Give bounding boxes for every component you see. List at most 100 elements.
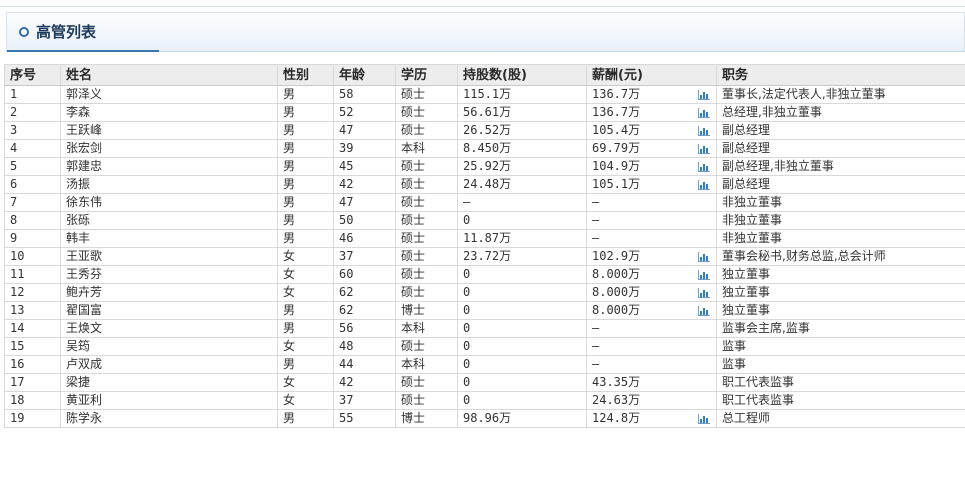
cell-position: 副总经理	[716, 121, 965, 140]
cell-no-text: 4	[10, 141, 18, 155]
cell-shares-text: 0	[463, 357, 471, 371]
cell-salary: 136.7万	[586, 85, 717, 104]
cell-age-text: 47	[339, 195, 354, 209]
cell-name: 鲍卉芳	[60, 283, 278, 302]
panel-tab[interactable]: 高管列表	[7, 13, 159, 52]
table-row: 12 鲍卉芳 女 62 硕士 0 8.000万 独立董事	[4, 283, 965, 302]
cell-no: 3	[4, 121, 61, 140]
cell-position-text: 总经理,非独立董事	[722, 105, 822, 119]
cell-name: 王焕文	[60, 319, 278, 338]
cell-position-text: 副总经理,非独立董事	[722, 159, 834, 173]
table-row: 8 张砾 男 50 硕士 0 — 非独立董事	[4, 211, 965, 230]
bar-chart-icon[interactable]	[698, 414, 710, 424]
cell-age: 42	[333, 373, 396, 392]
cell-position-text: 独立董事	[722, 267, 771, 281]
cell-no-text: 15	[10, 339, 25, 353]
cell-age-text: 48	[339, 339, 354, 353]
cell-age: 52	[333, 103, 396, 122]
table-row: 17 梁捷 女 42 硕士 0 43.35万 职工代表监事	[4, 373, 965, 392]
cell-gender: 男	[277, 175, 334, 194]
cell-no-text: 5	[10, 159, 18, 173]
cell-shares: 8.450万	[457, 139, 587, 158]
table-row: 19 陈学永 男 55 博士 98.96万 124.8万 总工程师	[4, 409, 965, 428]
bar-chart-icon[interactable]	[698, 306, 710, 316]
cell-age: 62	[333, 301, 396, 320]
cell-shares: 0	[457, 355, 587, 374]
cell-position: 非独立董事	[716, 193, 965, 212]
cell-name-text: 韩丰	[66, 231, 91, 245]
bar-chart-icon[interactable]	[698, 126, 710, 136]
cell-education: 博士	[395, 301, 458, 320]
cell-shares-text: 0	[463, 393, 471, 407]
cell-name: 梁捷	[60, 373, 278, 392]
cell-name-text: 梁捷	[66, 375, 91, 389]
cell-shares-text: 8.450万	[463, 141, 512, 155]
header-gender: 性别	[277, 64, 334, 86]
bar-chart-icon[interactable]	[698, 252, 710, 262]
cell-salary-text: —	[592, 231, 600, 245]
cell-position-text: 副总经理	[722, 141, 771, 155]
table-row: 15 吴筠 女 48 硕士 0 — 监事	[4, 337, 965, 356]
bar-chart-icon[interactable]	[698, 162, 710, 172]
cell-gender: 男	[277, 85, 334, 104]
cell-shares: 0	[457, 283, 587, 302]
bar-chart-icon[interactable]	[698, 90, 710, 100]
cell-name: 翟国富	[60, 301, 278, 320]
bar-chart-icon[interactable]	[698, 144, 710, 154]
cell-salary: 8.000万	[586, 283, 717, 302]
bar-chart-icon[interactable]	[698, 270, 710, 280]
cell-position-text: 职工代表监事	[722, 393, 795, 407]
cell-position: 独立董事	[716, 283, 965, 302]
cell-no: 18	[4, 391, 61, 410]
cell-gender-text: 女	[283, 375, 296, 389]
cell-no-text: 1	[10, 87, 18, 101]
cell-position: 副总经理	[716, 139, 965, 158]
cell-salary-text: 43.35万	[592, 375, 641, 389]
cell-gender-text: 女	[283, 285, 296, 299]
cell-salary: 8.000万	[586, 301, 717, 320]
cell-gender: 男	[277, 319, 334, 338]
cell-name-text: 王跃峰	[66, 123, 103, 137]
cell-shares: 56.61万	[457, 103, 587, 122]
cell-education: 硕士	[395, 265, 458, 284]
cell-name-text: 李森	[66, 105, 91, 119]
cell-name-text: 王秀芬	[66, 267, 103, 281]
table-row: 4 张宏剑 男 39 本科 8.450万 69.79万 副总经理	[4, 139, 965, 158]
cell-education-text: 硕士	[401, 231, 426, 245]
cell-education: 硕士	[395, 391, 458, 410]
bar-chart-icon[interactable]	[698, 180, 710, 190]
cell-education-text: 硕士	[401, 195, 426, 209]
cell-position: 独立董事	[716, 301, 965, 320]
header-education: 学历	[395, 64, 458, 86]
cell-age: 42	[333, 175, 396, 194]
table-row: 18 黄亚利 女 37 硕士 0 24.63万 职工代表监事	[4, 391, 965, 410]
cell-age: 37	[333, 391, 396, 410]
cell-salary-text: 136.7万	[592, 105, 641, 119]
cell-gender: 男	[277, 301, 334, 320]
cell-no-text: 16	[10, 357, 25, 371]
table-row: 11 王秀芬 女 60 硕士 0 8.000万 独立董事	[4, 265, 965, 284]
bar-chart-icon[interactable]	[698, 288, 710, 298]
cell-salary: 105.1万	[586, 175, 717, 194]
cell-education-text: 硕士	[401, 249, 426, 263]
cell-no: 15	[4, 337, 61, 356]
cell-salary: 43.35万	[586, 373, 717, 392]
cell-shares-text: 11.87万	[463, 231, 512, 245]
cell-salary-text: 124.8万	[592, 411, 641, 425]
cell-gender: 男	[277, 211, 334, 230]
cell-shares: 11.87万	[457, 229, 587, 248]
top-divider	[0, 6, 965, 7]
cell-name: 郭建忠	[60, 157, 278, 176]
cell-no-text: 11	[10, 267, 25, 281]
cell-education-text: 硕士	[401, 285, 426, 299]
cell-position: 监事会主席,监事	[716, 319, 965, 338]
table-row: 2 李森 男 52 硕士 56.61万 136.7万 总经理,非独立董事	[4, 103, 965, 122]
cell-position: 职工代表监事	[716, 391, 965, 410]
cell-age: 48	[333, 337, 396, 356]
cell-age-text: 55	[339, 411, 354, 425]
cell-gender-text: 男	[283, 231, 296, 245]
bar-chart-icon[interactable]	[698, 108, 710, 118]
cell-age-text: 37	[339, 393, 354, 407]
cell-gender-text: 女	[283, 393, 296, 407]
cell-name: 郭泽义	[60, 85, 278, 104]
